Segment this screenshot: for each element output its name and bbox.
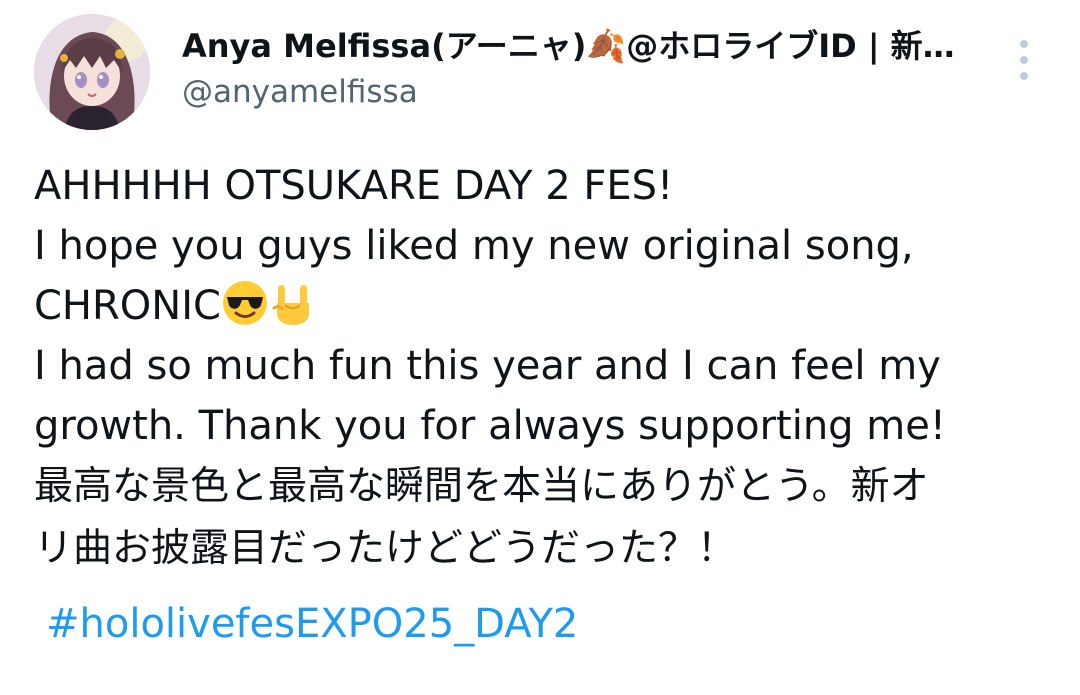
tweet-line-japanese: リ曲お披露目だったけどどうだった？！: [34, 526, 737, 571]
tweet-line: I had so much fun this year and I can fe…: [34, 343, 941, 389]
tweet-line: I hope you guys liked my new original so…: [34, 223, 914, 269]
tweet-line-text: CHRONIC: [34, 283, 221, 329]
display-name[interactable]: Anya Melfissa(アーニャ)🍂@ホロライブID | 新…: [182, 22, 992, 70]
smiling-face-with-sunglasses-emoji: [222, 281, 267, 325]
avatar-image: [34, 14, 150, 130]
tweet-line: AHHHHH OTSUKARE DAY 2 FES!: [34, 163, 674, 209]
hashtag-link[interactable]: #hololivefesEXPO25_DAY2: [46, 596, 578, 652]
more-vertical-icon: [1020, 40, 1028, 48]
tweet-text: AHHHHH OTSUKARE DAY 2 FES! I hope you gu…: [34, 156, 1064, 580]
tweet-line-with-emoji: CHRONIC: [34, 276, 1064, 336]
sign-of-the-horns-emoji: [272, 285, 309, 325]
more-vertical-icon-dot: [1020, 56, 1028, 64]
more-vertical-icon-dot: [1020, 72, 1028, 80]
tweet-line-japanese: 最高な景色と最高な瞬間を本当にありがとう。新オ: [34, 464, 929, 509]
tweet-line: growth. Thank you for always supporting …: [34, 403, 946, 449]
author-info[interactable]: Anya Melfissa(アーニャ)🍂@ホロライブID | 新… @anyam…: [182, 22, 1002, 114]
more-options-button[interactable]: [1006, 40, 1042, 80]
avatar[interactable]: [34, 14, 150, 130]
user-handle[interactable]: @anyamelfissa: [182, 70, 1002, 114]
